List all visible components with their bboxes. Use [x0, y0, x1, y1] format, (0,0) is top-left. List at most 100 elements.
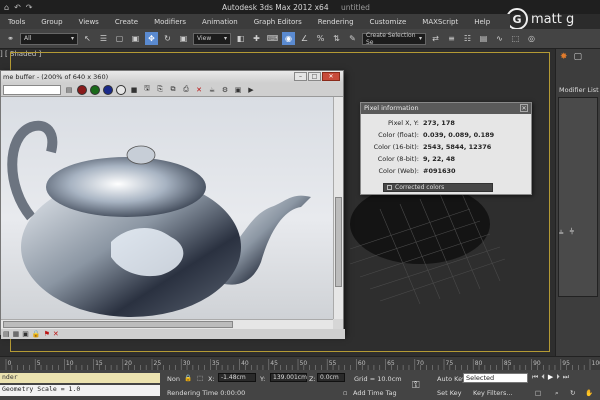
modify-tab-icon[interactable]: ▢	[574, 52, 583, 62]
rendered-image[interactable]	[1, 97, 333, 319]
copy-image-icon[interactable]: ⎘	[155, 85, 165, 95]
menu-rendering[interactable]: Rendering	[310, 18, 362, 26]
alpha-channel-icon[interactable]	[116, 84, 126, 95]
environment-icon[interactable]: ▣	[233, 85, 243, 95]
print-icon[interactable]: ⎙	[181, 85, 191, 95]
clear-icon[interactable]: ✕	[194, 85, 204, 95]
selection-filter-dropdown[interactable]: All ▾	[20, 32, 78, 45]
timeline[interactable]: 0 5 10 15 20 25 30 35 40 45 50 55 60 65 70 75 80 85 90 95 10…	[0, 356, 600, 370]
set-key-button[interactable]: Set Key	[437, 389, 462, 397]
key-icon[interactable]: ⚿	[412, 380, 420, 391]
percent-snap-icon[interactable]: %	[314, 32, 327, 45]
layer-icon[interactable]: ☷	[461, 32, 474, 45]
maxscript-listener-input[interactable]: Geometry Scale = 1.0	[0, 385, 160, 396]
auto-key-button[interactable]: Auto Key	[437, 375, 466, 383]
vertical-scrollbar[interactable]	[333, 97, 343, 319]
add-time-tag-button[interactable]: Add Time Tag	[353, 389, 397, 397]
zoom-icon[interactable]: ⌕	[555, 389, 559, 398]
pan-icon[interactable]: ✋	[585, 389, 593, 397]
corrected-colors-checkbox[interactable]	[387, 185, 392, 190]
rotate-icon[interactable]: ↻	[161, 32, 174, 45]
y-coordinate-field[interactable]: 139.001cm	[270, 373, 307, 382]
menu-modifiers[interactable]: Modifiers	[146, 18, 194, 26]
pixel-information-title-bar[interactable]: Pixel information ✕	[361, 103, 531, 114]
red-channel-icon[interactable]	[77, 84, 87, 95]
menu-create[interactable]: Create	[107, 18, 146, 26]
create-tab-icon[interactable]: ✸	[560, 52, 568, 62]
teapot-render-icon[interactable]: ☕	[207, 85, 217, 95]
go-to-start-icon[interactable]: ⏮	[532, 373, 538, 382]
reference-coord-dropdown[interactable]: View ▾	[193, 32, 231, 45]
ram-player-icon[interactable]: ▤	[3, 330, 10, 338]
material-editor-icon[interactable]: ◎	[525, 32, 538, 45]
horizontal-scrollbar-thumb[interactable]	[3, 321, 233, 328]
schematic-icon[interactable]: ⬚	[509, 32, 522, 45]
pivot-icon[interactable]: ◧	[234, 32, 247, 45]
key-filters-button[interactable]: Key Filters...	[473, 389, 513, 397]
modifier-stack[interactable]	[558, 97, 598, 297]
image-channel-icon[interactable]: ▦	[13, 330, 20, 338]
modifier-list-label[interactable]: Modifier List	[559, 86, 599, 94]
select-icon[interactable]: ↖	[81, 32, 94, 45]
move-icon[interactable]: ✥	[145, 32, 158, 45]
save-image-icon[interactable]: 🖫	[142, 84, 152, 95]
frame-buffer-title-bar[interactable]: me buffer - (200% of 640 x 360) – □ ✕	[1, 71, 343, 83]
clone-window-icon[interactable]: ⧉	[168, 85, 178, 95]
absolute-mode-icon[interactable]: ⬚	[197, 374, 203, 382]
close-icon[interactable]: ✕	[520, 104, 528, 112]
menu-tools[interactable]: Tools	[0, 18, 33, 26]
menu-maxscript[interactable]: MAXScript	[414, 18, 466, 26]
curve-editor-icon[interactable]: ∿	[493, 32, 506, 45]
render-setup-icon[interactable]: ⚙	[220, 85, 230, 95]
play-icon[interactable]: ▶	[548, 373, 553, 382]
app-icon[interactable]: ⌂	[4, 3, 9, 12]
keyboard-shortcut-icon[interactable]: ⌨	[266, 32, 279, 45]
link-icon[interactable]: ⚭	[4, 32, 17, 45]
region-icon[interactable]: ▢	[113, 32, 126, 45]
undo-icon[interactable]: ↶	[14, 3, 21, 12]
key-mode-dropdown[interactable]: Selected	[463, 373, 528, 383]
scale-icon[interactable]: ▣	[177, 32, 190, 45]
horizontal-scrollbar[interactable]	[1, 319, 333, 329]
window-crossing-icon[interactable]: ▣	[129, 32, 142, 45]
corrected-colors-toggle[interactable]: Corrected colors	[383, 183, 493, 192]
cancel-icon[interactable]: ✕	[53, 330, 59, 338]
color-web-value[interactable]: #091630	[423, 167, 456, 175]
bucket-icon[interactable]: ▣	[22, 330, 29, 338]
orbit-icon[interactable]: ↻	[570, 389, 575, 397]
z-coordinate-field[interactable]: 0.0cm	[317, 373, 345, 382]
minimize-button[interactable]: –	[294, 72, 307, 81]
pin-stack-icon[interactable]: ⫨	[559, 227, 564, 237]
select-by-name-icon[interactable]: ☰	[97, 32, 110, 45]
align-icon[interactable]: ≡	[445, 32, 458, 45]
mirror-icon[interactable]: ⇄	[429, 32, 442, 45]
vertical-scrollbar-thumb[interactable]	[335, 197, 342, 287]
menu-help[interactable]: Help	[466, 18, 498, 26]
snap-icon[interactable]: ◉	[282, 32, 295, 45]
render-icon[interactable]: ▶	[246, 85, 256, 95]
menu-customize[interactable]: Customize	[362, 18, 415, 26]
menu-group[interactable]: Group	[33, 18, 70, 26]
next-frame-icon[interactable]: ⏵	[556, 373, 560, 382]
menu-views[interactable]: Views	[71, 18, 107, 26]
x-coordinate-field[interactable]: -1.48cm	[218, 373, 256, 382]
show-end-result-icon[interactable]: ⫩	[570, 227, 575, 237]
go-to-end-icon[interactable]: ⏭	[563, 373, 569, 382]
blue-channel-icon[interactable]	[103, 84, 113, 95]
area-to-render-icon[interactable]: ▤	[64, 85, 74, 95]
green-channel-icon[interactable]	[90, 84, 100, 95]
current-frame-field[interactable]: □	[535, 389, 541, 397]
add-time-tag-icon[interactable]: ▫	[343, 389, 347, 397]
menu-graph-editors[interactable]: Graph Editors	[246, 18, 310, 26]
angle-snap-icon[interactable]: ∠	[298, 32, 311, 45]
maxscript-listener-output[interactable]: nder	[0, 373, 160, 383]
redo-icon[interactable]: ↷	[26, 3, 33, 12]
manipulate-icon[interactable]: ✚	[250, 32, 263, 45]
flag-icon[interactable]: ⚑	[44, 330, 50, 338]
edit-named-selection-icon[interactable]: ✎	[346, 32, 359, 45]
lock-selection-icon[interactable]: 🔒	[184, 374, 192, 382]
graphite-icon[interactable]: ▤	[477, 32, 490, 45]
viewport-dropdown[interactable]	[3, 84, 61, 95]
menu-animation[interactable]: Animation	[194, 18, 246, 26]
close-button[interactable]: ✕	[322, 72, 340, 81]
